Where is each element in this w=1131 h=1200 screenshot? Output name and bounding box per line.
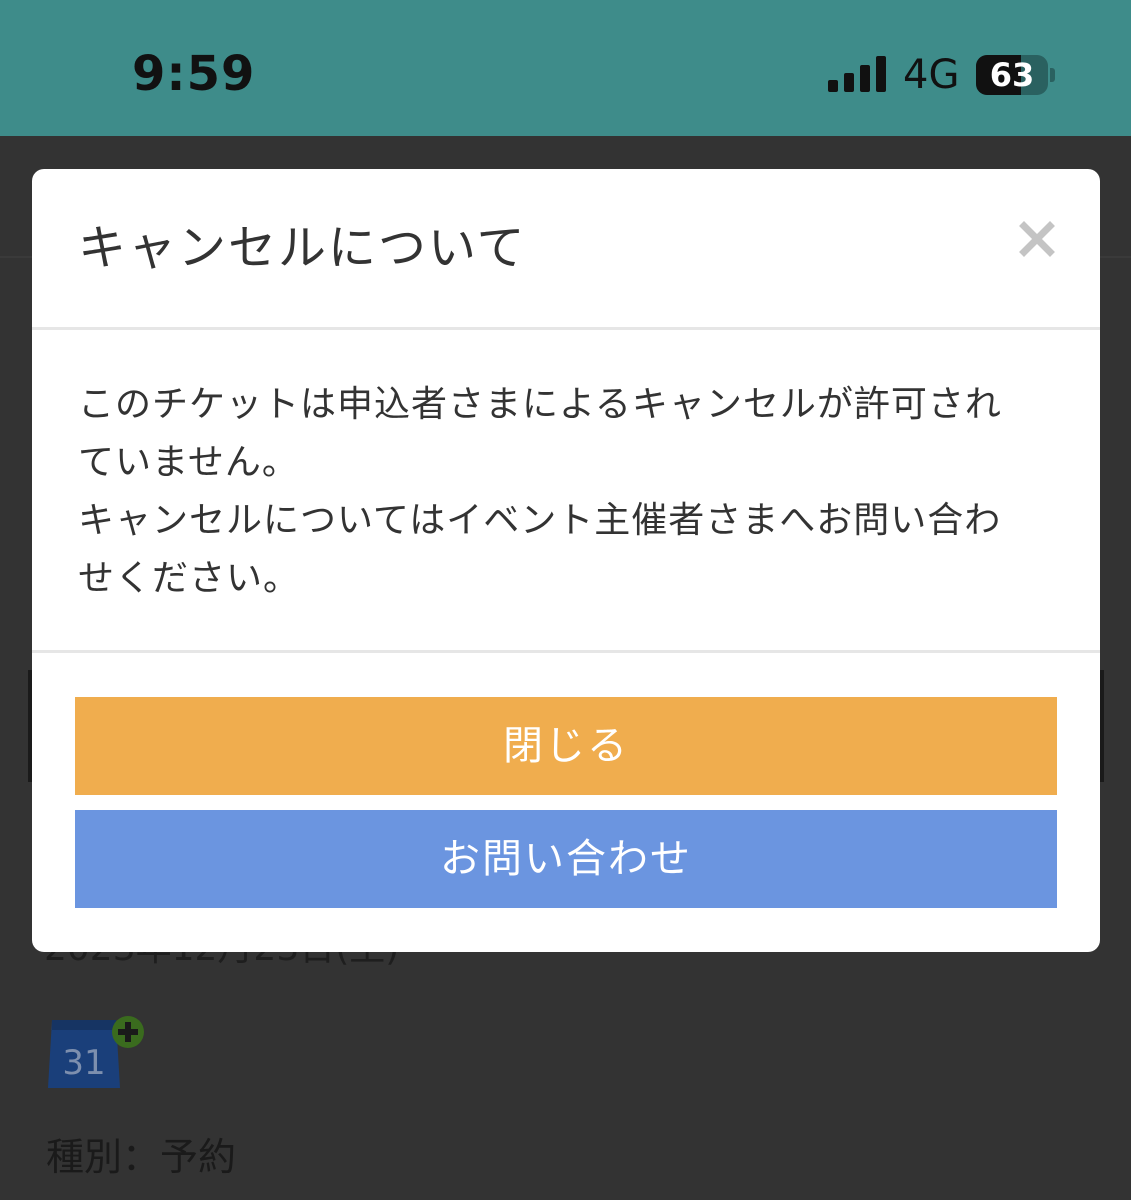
contact-button[interactable]: お問い合わせ [75,810,1057,908]
calendar-day: 31 [62,1043,105,1083]
status-bar: 9:59 4G 63 [0,0,1131,136]
status-time: 9:59 [132,46,256,102]
calendar-add-icon[interactable]: 31 [46,1016,150,1092]
modal-header: キャンセルについて [32,169,1100,330]
network-type: 4G [903,52,960,98]
message-line: キャンセルについてはイベント主催者さまへお問い合わ [78,500,1002,541]
battery-icon: 63 [976,55,1056,95]
close-icon[interactable] [1017,219,1057,259]
message-line: ていません。 [78,442,299,483]
cancel-info-modal: キャンセルについて このチケットは申込者さまによるキャンセルが許可され ていませ… [32,169,1100,952]
modal-message: このチケットは申込者さまによるキャンセルが許可され ていません。 キャンセルにつ… [78,376,1038,608]
close-button[interactable]: 閉じる [75,697,1057,795]
battery-level-text: 63 [989,56,1035,94]
modal-body: このチケットは申込者さまによるキャンセルが許可され ていません。 キャンセルにつ… [32,330,1100,653]
modal-title: キャンセルについて [78,220,527,276]
battery-nub [1050,68,1055,82]
signal-strength-icon [828,56,886,92]
message-line: このチケットは申込者さまによるキャンセルが許可され [78,384,1002,425]
modal-footer: 閉じる お問い合わせ [32,653,1100,952]
message-line: せください。 [78,558,301,599]
ticket-type-label: 種別：予約 [46,1135,237,1179]
